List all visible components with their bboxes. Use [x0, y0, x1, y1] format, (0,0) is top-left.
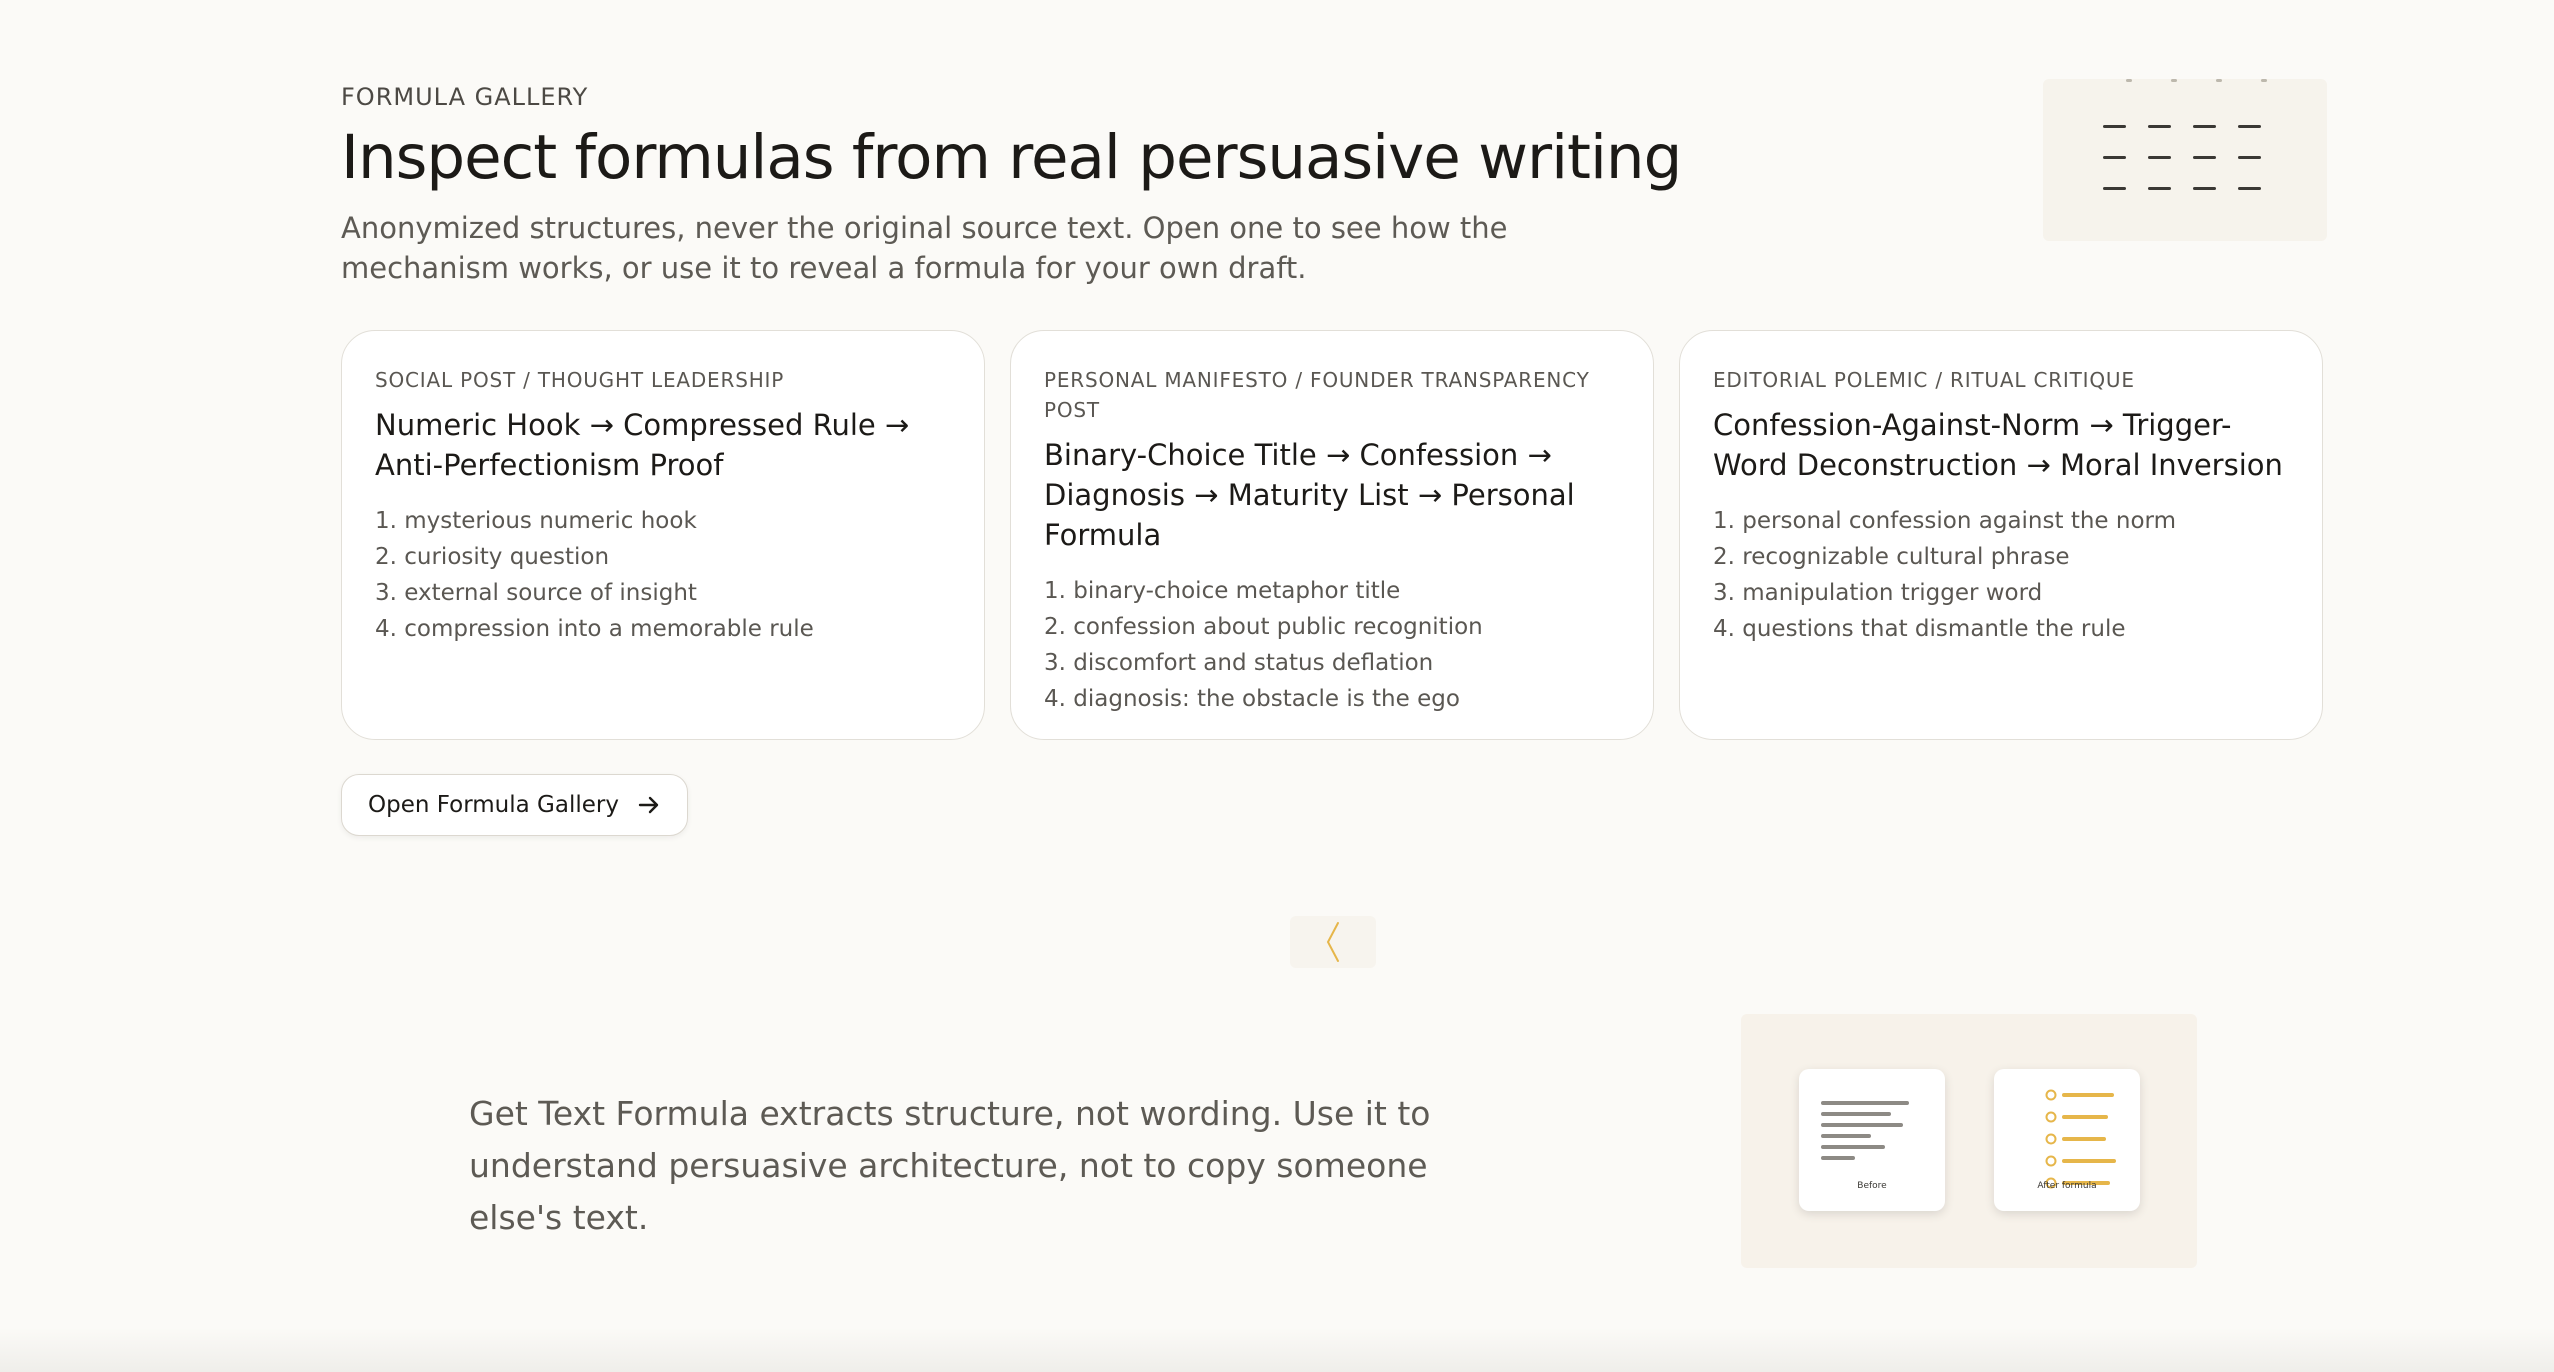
- formula-steps: 1. personal confession against the norm …: [1713, 503, 2289, 647]
- chevron-left-icon: [1290, 916, 1376, 968]
- page-title: Inspect formulas from real persuasive wr…: [341, 122, 1682, 193]
- section-eyebrow: FORMULA GALLERY: [341, 83, 589, 111]
- formula-category: EDITORIAL POLEMIC / RITUAL CRITIQUE: [1713, 368, 2135, 392]
- formula-card[interactable]: PERSONAL MANIFESTO / FOUNDER TRANSPARENC…: [1010, 330, 1654, 740]
- section-intro: Anonymized structures, never the origina…: [341, 211, 1508, 285]
- formula-step: 1. personal confession against the norm: [1713, 508, 2176, 534]
- formula-step: 3. external source of insight: [375, 580, 697, 606]
- formula-card[interactable]: EDITORIAL POLEMIC / RITUAL CRITIQUE Conf…: [1679, 330, 2323, 740]
- formula-steps: 1. binary-choice metaphor title 2. confe…: [1044, 573, 1620, 717]
- before-after-illustration: Before After formula: [1741, 1014, 2197, 1268]
- formula-step: 4. compression into a memorable rule: [375, 616, 814, 642]
- formula-title: Confession-Against-Norm → Trigger-Word D…: [1713, 408, 2283, 482]
- disclaimer-note: Get Text Formula extracts structure, not…: [469, 1094, 1431, 1237]
- formula-list-icon: [2045, 1089, 2116, 1189]
- before-document: Before: [1799, 1069, 1945, 1211]
- formula-step: 2. recognizable cultural phrase: [1713, 544, 2070, 570]
- after-label: After formula: [2037, 1181, 2097, 1191]
- arrow-right-icon: [637, 793, 661, 817]
- text-lines-icon: [1821, 1101, 1909, 1160]
- formula-step: 2. confession about public recognition: [1044, 614, 1483, 640]
- formula-title: Binary-Choice Title → Confession → Diagn…: [1044, 438, 1575, 552]
- formula-category: PERSONAL MANIFESTO / FOUNDER TRANSPARENC…: [1044, 368, 1590, 422]
- formula-step: 4. questions that dismantle the rule: [1713, 616, 2126, 642]
- formula-step: 3. manipulation trigger word: [1713, 580, 2043, 606]
- formula-category: SOCIAL POST / THOUGHT LEADERSHIP: [375, 368, 785, 392]
- formula-step: 4. diagnosis: the obstacle is the ego: [1044, 686, 1460, 712]
- before-label: Before: [1857, 1181, 1887, 1191]
- formula-card[interactable]: SOCIAL POST / THOUGHT LEADERSHIP Numeric…: [341, 330, 985, 740]
- open-formula-gallery-label: Open Formula Gallery: [368, 792, 619, 818]
- open-formula-gallery-button[interactable]: Open Formula Gallery: [341, 774, 688, 836]
- formula-title: Numeric Hook → Compressed Rule → Anti-Pe…: [375, 408, 910, 482]
- formula-step: 1. binary-choice metaphor title: [1044, 578, 1401, 604]
- formula-step: 1. mysterious numeric hook: [375, 508, 697, 534]
- decorative-grid-illustration: [2043, 79, 2327, 241]
- page-bottom-fade: [0, 1328, 2554, 1372]
- formula-step: 3. discomfort and status deflation: [1044, 650, 1434, 676]
- formula-steps: 1. mysterious numeric hook 2. curiosity …: [375, 503, 951, 647]
- formula-step: 2. curiosity question: [375, 544, 610, 570]
- after-document: After formula: [1994, 1069, 2140, 1211]
- formula-cards: SOCIAL POST / THOUGHT LEADERSHIP Numeric…: [341, 330, 2323, 740]
